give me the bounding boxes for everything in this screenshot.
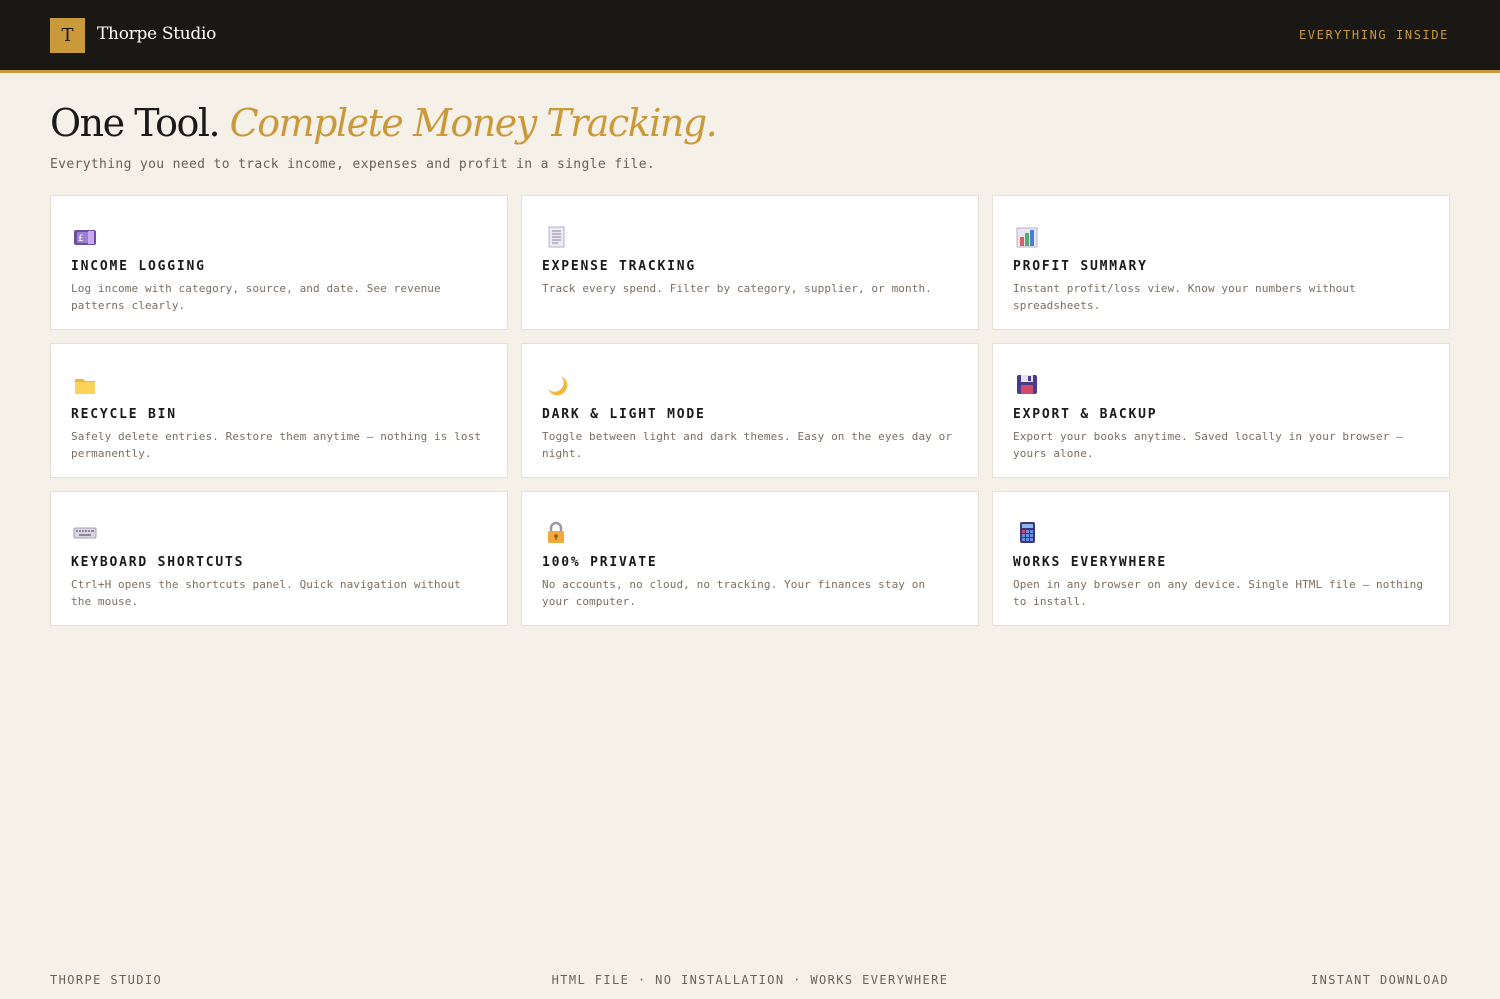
money-icon: £ [71, 222, 99, 250]
feature-card-expense-tracking: EXPENSE TRACKING Track every spend. Filt… [521, 195, 979, 330]
feature-description: Instant profit/loss view. Know your numb… [1013, 282, 1356, 312]
page-title: One Tool. Complete Money Tracking. [50, 101, 718, 145]
title-accent: Complete Money Tracking. [229, 101, 718, 145]
feature-description: Log income with category, source, and da… [71, 282, 441, 312]
feature-card-dark-light-mode: DARK & LIGHT MODE Toggle between light a… [521, 343, 979, 478]
feature-title: EXPENSE TRACKING [542, 259, 697, 274]
feature-title: WORKS EVERYWHERE [1013, 555, 1168, 570]
keyboard-icon [71, 518, 99, 546]
site-header: T Thorpe Studio EVERYTHING INSIDE [0, 0, 1500, 73]
footer-instant-download[interactable]: INSTANT DOWNLOAD [1311, 973, 1449, 987]
feature-title: EXPORT & BACKUP [1013, 407, 1158, 422]
calculator-icon [1013, 518, 1041, 546]
feature-title: KEYBOARD SHORTCUTS [71, 555, 245, 570]
feature-title: 100% PRIVATE [542, 555, 658, 570]
logo-mark[interactable]: T [50, 18, 85, 53]
feature-description: No accounts, no cloud, no tracking. Your… [542, 578, 926, 608]
title-plain: One Tool. [50, 101, 230, 145]
moon-icon [542, 370, 570, 398]
feature-description: Ctrl+H opens the shortcuts panel. Quick … [71, 578, 461, 608]
feature-description: Toggle between light and dark themes. Ea… [542, 430, 953, 460]
feature-card-recycle-bin: RECYCLE BIN Safely delete entries. Resto… [50, 343, 508, 478]
feature-description: Export your books anytime. Saved locally… [1013, 430, 1403, 460]
feature-description: Track every spend. Filter by category, s… [542, 282, 932, 295]
footer-tagline: HTML FILE · NO INSTALLATION · WORKS EVER… [551, 973, 949, 987]
feature-title: INCOME LOGGING [71, 259, 206, 274]
lock-icon [542, 518, 570, 546]
feature-description: Open in any browser on any device. Singl… [1013, 578, 1424, 608]
receipt-icon [542, 222, 570, 250]
feature-card-keyboard-shortcuts: KEYBOARD SHORTCUTS Ctrl+H opens the shor… [50, 491, 508, 626]
page-subtitle: Everything you need to track income, exp… [50, 157, 656, 172]
feature-card-works-everywhere: WORKS EVERYWHERE Open in any browser on … [992, 491, 1450, 626]
feature-card-100-private: 100% PRIVATE No accounts, no cloud, no t… [521, 491, 979, 626]
feature-title: RECYCLE BIN [71, 407, 177, 422]
feature-description: Safely delete entries. Restore them anyt… [71, 430, 482, 460]
feature-title: DARK & LIGHT MODE [542, 407, 706, 422]
features-grid: £ INCOME LOGGING Log income with categor… [50, 195, 1450, 626]
floppy-disk-icon [1013, 370, 1041, 398]
svg-text:£: £ [78, 234, 84, 244]
brand-name[interactable]: Thorpe Studio [97, 24, 216, 44]
feature-title: PROFIT SUMMARY [1013, 259, 1148, 274]
bar-chart-icon [1013, 222, 1041, 250]
feature-card-income-logging: £ INCOME LOGGING Log income with categor… [50, 195, 508, 330]
folder-icon [71, 370, 99, 398]
everything-inside-link[interactable]: EVERYTHING INSIDE [1299, 28, 1449, 42]
feature-card-export-backup: EXPORT & BACKUP Export your books anytim… [992, 343, 1450, 478]
feature-card-profit-summary: PROFIT SUMMARY Instant profit/loss view.… [992, 195, 1450, 330]
